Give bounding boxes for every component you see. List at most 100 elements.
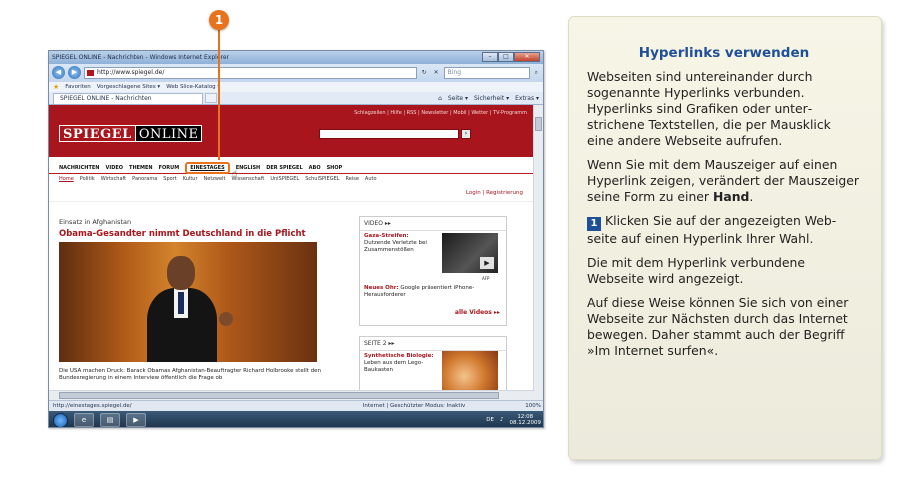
- page2-item[interactable]: Synthetische Biologie: Leben aus dem Leg…: [364, 353, 436, 374]
- maximize-button[interactable]: □: [498, 52, 514, 62]
- security-zone[interactable]: Internet | Geschützter Modus: Inaktiv: [363, 403, 465, 409]
- nav-nachrichten[interactable]: NACHRICHTEN: [59, 165, 99, 171]
- page2-item-title: Synthetische Biologie:: [364, 353, 434, 359]
- explorer-taskbar-icon[interactable]: ▤: [100, 413, 120, 427]
- logo-online: ONLINE: [135, 125, 203, 142]
- login-link[interactable]: Login | Registrierung: [49, 190, 535, 202]
- play-icon[interactable]: ▶: [480, 257, 494, 269]
- stop-icon[interactable]: ✕: [432, 69, 441, 76]
- start-button[interactable]: [53, 412, 68, 427]
- video-box-header[interactable]: VIDEO ▸▸: [360, 217, 506, 231]
- clock[interactable]: 12:08 08.12.2009: [510, 414, 542, 426]
- video-item-2[interactable]: Neues Ohr: Google präsentiert iPhone-Her…: [364, 285, 494, 299]
- windows-taskbar: e ▤ ▶ DE ♪ 12:08 08.12.2009: [49, 411, 543, 427]
- video-thumbnail[interactable]: ▶: [442, 233, 498, 273]
- title-bar: SPIEGEL ONLINE - Nachrichten - Windows I…: [49, 51, 543, 64]
- callout-leader-line: [218, 30, 220, 160]
- forward-arrow-icon[interactable]: ▶: [68, 66, 81, 79]
- panel-step-1: 1 Klicken Sie auf der angezeigten Web­sei…: [587, 213, 861, 247]
- web-page-viewport: Schlagzeilen | Hilfe | RSS | Newsletter …: [49, 105, 535, 400]
- media-player-taskbar-icon[interactable]: ▶: [126, 413, 146, 427]
- status-bar: http://einestages.spiegel.de/ Internet |…: [49, 400, 543, 411]
- nav-einestages-hyperlink[interactable]: EINESTAGES: [185, 161, 230, 174]
- page-menu[interactable]: Seite ▾: [448, 95, 468, 102]
- url-input[interactable]: http://www.spiegel.de/: [84, 66, 417, 79]
- subnav-kultur[interactable]: Kultur: [183, 176, 198, 182]
- language-indicator[interactable]: DE: [486, 417, 494, 423]
- tab-spiegel[interactable]: SPIEGEL ONLINE - Nachrichten: [53, 92, 203, 104]
- page-content: Einsatz in Afghanistan Obama-Gesandter n…: [59, 210, 525, 400]
- panel-paragraph-4: Die mit dem Hyperlink verbundene Webseit…: [587, 255, 806, 286]
- video-item-1[interactable]: Gaza-Streifen: Dutzende Verletzte bei Zu…: [364, 233, 436, 254]
- p2-text-c: .: [749, 189, 754, 204]
- subnav-sport[interactable]: Sport: [163, 176, 176, 182]
- info-panel: Hyperlinks verwenden Webseiten sind unte…: [568, 16, 882, 460]
- photo-figure-head: [167, 256, 195, 290]
- horizontal-scroll-thumb[interactable]: [59, 392, 499, 399]
- subnav-wirtschaft[interactable]: Wirtschaft: [101, 176, 126, 182]
- home-icon[interactable]: ⌂: [438, 95, 442, 102]
- favorites-button[interactable]: Favoriten: [65, 84, 90, 90]
- nav-forum[interactable]: FORUM: [159, 165, 180, 171]
- subnav-reise[interactable]: Reise: [346, 176, 359, 182]
- video-item-1-text: Dutzende Verletzte bei Zusammenstößen: [364, 240, 427, 253]
- top-links[interactable]: Schlagzeilen | Hilfe | RSS | Newsletter …: [354, 110, 527, 116]
- site-header: Schlagzeilen | Hilfe | RSS | Newsletter …: [49, 105, 535, 157]
- nav-english[interactable]: ENGLISH: [236, 165, 261, 171]
- site-search-input[interactable]: [319, 129, 459, 139]
- favorites-star-icon[interactable]: ★: [53, 83, 59, 91]
- subnav-home[interactable]: Home: [59, 176, 74, 182]
- subnav-panorama[interactable]: Panorama: [132, 176, 157, 182]
- vertical-scroll-thumb[interactable]: [535, 117, 542, 131]
- nav-abo[interactable]: ABO: [309, 165, 321, 171]
- panel-paragraph-2: Wenn Sie mit dem Mauszeiger auf einen Hy…: [587, 157, 861, 205]
- search-icon[interactable]: ⌕: [533, 69, 540, 77]
- main-navigation: NACHRICHTEN VIDEO THEMEN FORUM EINESTAGE…: [49, 161, 535, 179]
- subnav-politik[interactable]: Politik: [80, 176, 95, 182]
- refresh-icon[interactable]: ↻: [420, 69, 429, 76]
- nav-shop[interactable]: SHOP: [327, 165, 343, 171]
- suggested-sites-link[interactable]: Vorgeschlagene Sites ▾: [97, 84, 160, 90]
- image-credit: AFP: [482, 276, 490, 281]
- vertical-scrollbar[interactable]: [533, 105, 543, 400]
- nav-video[interactable]: VIDEO: [105, 165, 123, 171]
- browser-window: SPIEGEL ONLINE - Nachrichten - Windows I…: [48, 50, 544, 428]
- new-tab-button[interactable]: [205, 93, 217, 103]
- clock-date: 08.12.2009: [509, 420, 542, 426]
- panel-paragraph-5: Auf diese Weise können Sie sich von eine…: [587, 295, 849, 358]
- status-url: http://einestages.spiegel.de/: [53, 403, 132, 409]
- all-videos-link[interactable]: alle Videos ▸▸: [455, 309, 500, 316]
- subnav-unispiegel[interactable]: UniSPIEGEL: [270, 176, 299, 182]
- page2-box-header[interactable]: SEITE 2 ▸▸: [360, 337, 506, 351]
- zoom-level[interactable]: 100%: [525, 403, 541, 409]
- hand-cursor-icon: ☝: [232, 169, 238, 179]
- site-search-button[interactable]: ›: [461, 129, 471, 139]
- security-menu[interactable]: Sicherheit ▾: [474, 95, 509, 102]
- video-item-2-title: Neues Ohr:: [364, 285, 399, 291]
- address-bar: ◀ ▶ http://www.spiegel.de/ ↻ ✕ Bing ⌕: [49, 64, 543, 81]
- tools-menu[interactable]: Extras ▾: [515, 95, 539, 102]
- horizontal-scrollbar[interactable]: [49, 390, 535, 400]
- back-arrow-icon[interactable]: ◀: [52, 66, 65, 79]
- step-callout-badge: 1: [209, 10, 229, 30]
- logo-spiegel: SPIEGEL: [59, 125, 136, 142]
- web-slice-link[interactable]: Web Slice-Katalog ▾: [166, 84, 220, 90]
- ie-taskbar-icon[interactable]: e: [74, 413, 94, 427]
- subnav-auto[interactable]: Auto: [365, 176, 377, 182]
- site-logo[interactable]: SPIEGEL ONLINE: [59, 125, 203, 142]
- nav-der-spiegel[interactable]: DER SPIEGEL: [266, 165, 302, 171]
- photo-figure-hand: [219, 312, 233, 326]
- subnav-netzwelt[interactable]: Netzwelt: [204, 176, 226, 182]
- tab-bar: SPIEGEL ONLINE - Nachrichten ⌂ Seite ▾ S…: [49, 92, 543, 105]
- step-1-text: Klicken Sie auf der angezeigten Web­seit…: [587, 213, 837, 246]
- nav-themen[interactable]: THEMEN: [129, 165, 153, 171]
- video-box: VIDEO ▸▸ Gaza-Streifen: Dutzende Verletz…: [359, 216, 507, 326]
- window-title: SPIEGEL ONLINE - Nachrichten - Windows I…: [52, 54, 229, 61]
- search-input[interactable]: Bing: [443, 66, 530, 79]
- article-photo[interactable]: [59, 242, 317, 362]
- article-teaser: Die USA machen Druck: Barack Obamas Afgh…: [59, 368, 322, 381]
- close-button[interactable]: ✕: [514, 52, 540, 62]
- volume-icon[interactable]: ♪: [500, 417, 504, 423]
- minimize-button[interactable]: –: [482, 52, 498, 62]
- subnav-schulspiegel[interactable]: SchulSPIEGEL: [305, 176, 339, 182]
